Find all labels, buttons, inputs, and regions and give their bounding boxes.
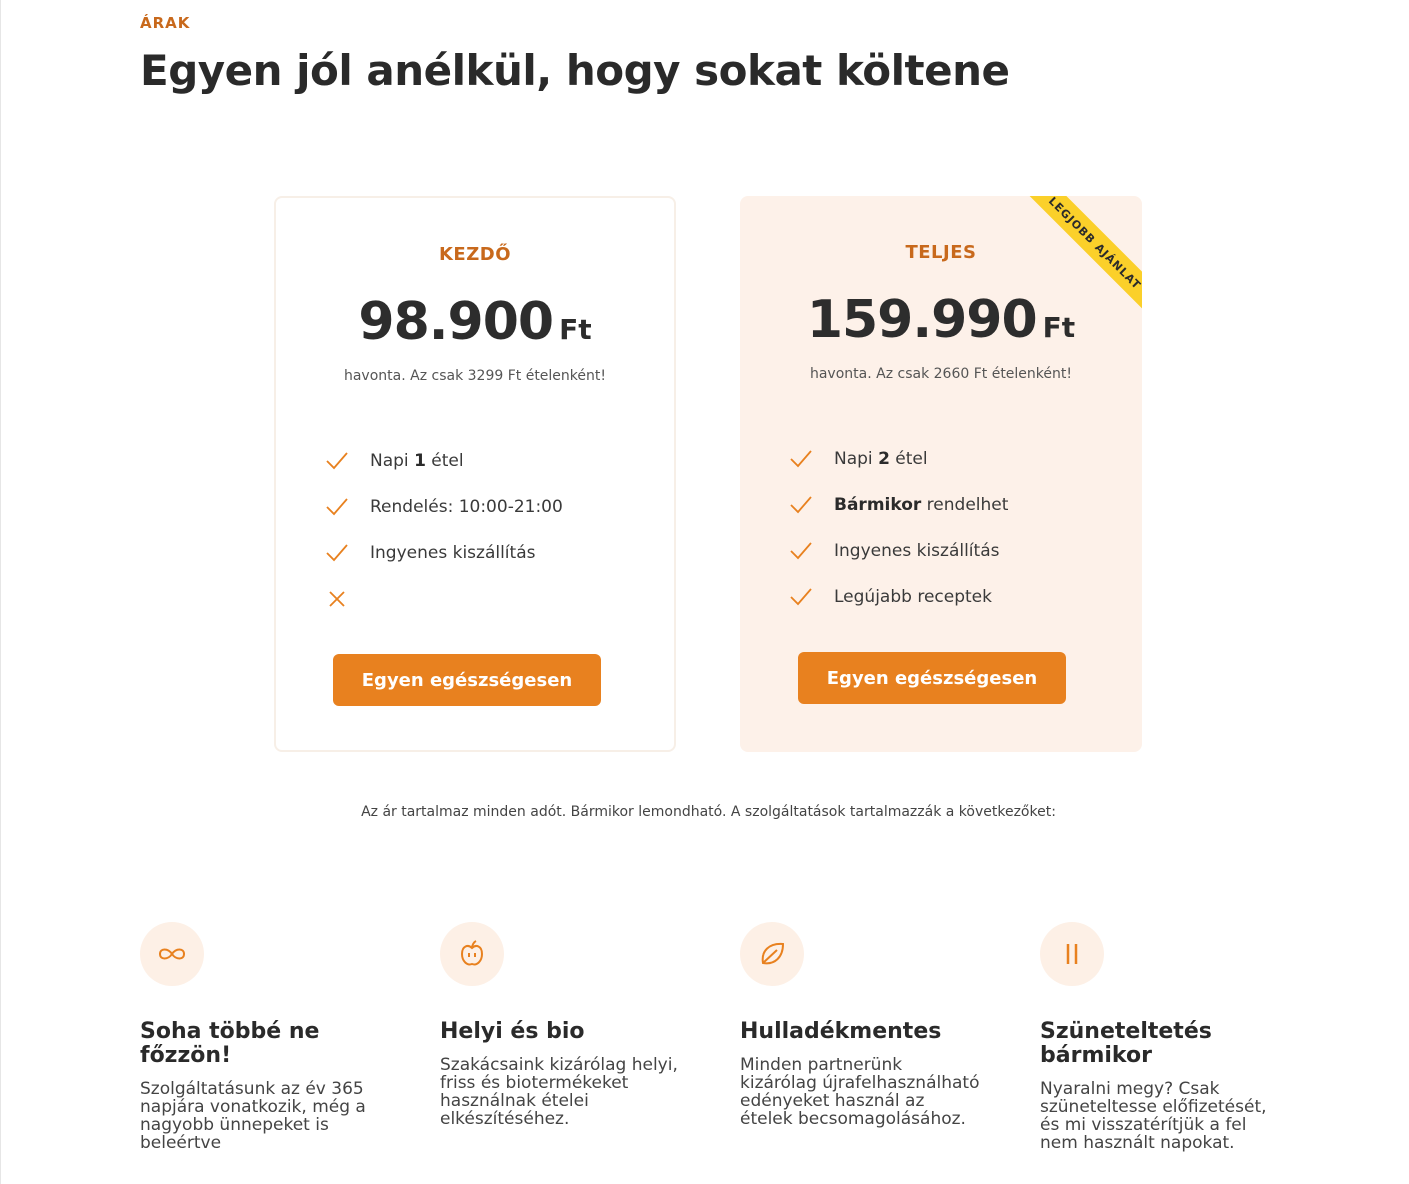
feature-label: Rendelés: 10:00-21:00 — [370, 497, 563, 517]
feature-label: Ingyenes kiszállítás — [834, 541, 1000, 561]
feature-list: Napi 2 étel Bármikor rendelhet Ingyenes … — [790, 436, 1008, 620]
plan-cta-button[interactable]: Egyen egészségesen — [333, 654, 601, 706]
plan-cta-button[interactable]: Egyen egészségesen — [798, 652, 1066, 704]
check-icon — [790, 496, 834, 514]
feature-list: Napi 1 étel Rendelés: 10:00-21:00 Ingyen… — [326, 438, 563, 622]
feature-item: Legújabb receptek — [790, 574, 1008, 620]
feature-item: Napi 2 étel — [790, 436, 1008, 482]
infinity-icon — [140, 922, 204, 986]
feature-label: Bármikor rendelhet — [834, 495, 1009, 515]
feature-label: Napi 1 étel — [370, 451, 464, 471]
plan-name: TELJES — [905, 242, 977, 263]
benefit-item: Hulladékmentes Minden partnerünk kizáról… — [740, 922, 980, 1128]
check-icon — [790, 450, 834, 468]
feature-label: Legújabb receptek — [834, 587, 992, 607]
benefit-item: Helyi és bio Szakácsaink kizárólag helyi… — [440, 922, 680, 1128]
benefit-title: Szüneteltetés bármikor — [1040, 1019, 1212, 1068]
price-currency: Ft — [559, 313, 592, 346]
leaf-icon — [740, 922, 804, 986]
section-eyebrow: ÁRAK — [140, 14, 191, 32]
feature-label: Napi 2 étel — [834, 449, 928, 469]
benefit-text: Szakácsaink kizárólag helyi, friss és bi… — [440, 1055, 678, 1129]
feature-item: Rendelés: 10:00-21:00 — [326, 484, 563, 530]
benefit-title: Helyi és bio — [440, 1019, 585, 1044]
plan-card-kezdo: KEZDŐ 98.900 Ft havonta. Az csak 3299 Ft … — [274, 196, 676, 752]
benefit-item: Soha többé ne főzzön! Szolgáltatásunk az… — [140, 922, 380, 1152]
price-amount: 98.900 — [358, 292, 554, 352]
feature-label: Ingyenes kiszállítás — [370, 543, 536, 563]
feature-item: Napi 1 étel — [326, 438, 563, 484]
plan-price: 98.900 Ft — [276, 292, 674, 352]
feature-item: Bármikor rendelhet — [790, 482, 1008, 528]
price-per-meal: havonta. Az csak 3299 Ft ételenként! — [343, 368, 606, 384]
benefit-text: Nyaralni megy? Csak szüneteltesse előfiz… — [1040, 1079, 1267, 1153]
feature-item: Ingyenes kiszállítás — [326, 530, 563, 576]
plan-card-teljes: LEGJOBB AJÁNLAT TELJES 159.990 Ft havonta… — [740, 196, 1142, 752]
check-icon — [326, 544, 370, 562]
pricing-note: Az ár tartalmaz minden adót. Bármikor le… — [361, 804, 1056, 820]
price-currency: Ft — [1042, 311, 1076, 344]
check-icon — [790, 542, 834, 560]
plan-price: 159.990 Ft — [740, 290, 1142, 350]
section-title: Egyen jól anélkül, hogy sokat költene — [140, 46, 1010, 95]
cross-icon — [326, 590, 370, 608]
check-icon — [326, 452, 370, 470]
benefit-text: Szolgáltatásunk az év 365 napjára vonatk… — [140, 1079, 366, 1153]
benefit-title: Soha többé ne főzzön! — [140, 1019, 320, 1068]
price-per-meal: havonta. Az csak 2660 Ft ételenként! — [809, 366, 1072, 382]
price-amount: 159.990 — [806, 290, 1038, 350]
check-icon — [790, 588, 834, 606]
page-left-border — [0, 0, 1, 1184]
benefit-item: Szüneteltetés bármikor Nyaralni megy? Cs… — [1040, 922, 1280, 1152]
feature-item: Ingyenes kiszállítás — [790, 528, 1008, 574]
feature-item — [326, 576, 563, 622]
check-icon — [326, 498, 370, 516]
pause-icon — [1040, 922, 1104, 986]
benefit-title: Hulladékmentes — [740, 1019, 942, 1044]
plan-name: KEZDŐ — [438, 244, 512, 265]
apple-icon — [440, 922, 504, 986]
benefit-text: Minden partnerünk kizárólag újrafelhaszn… — [740, 1055, 980, 1129]
